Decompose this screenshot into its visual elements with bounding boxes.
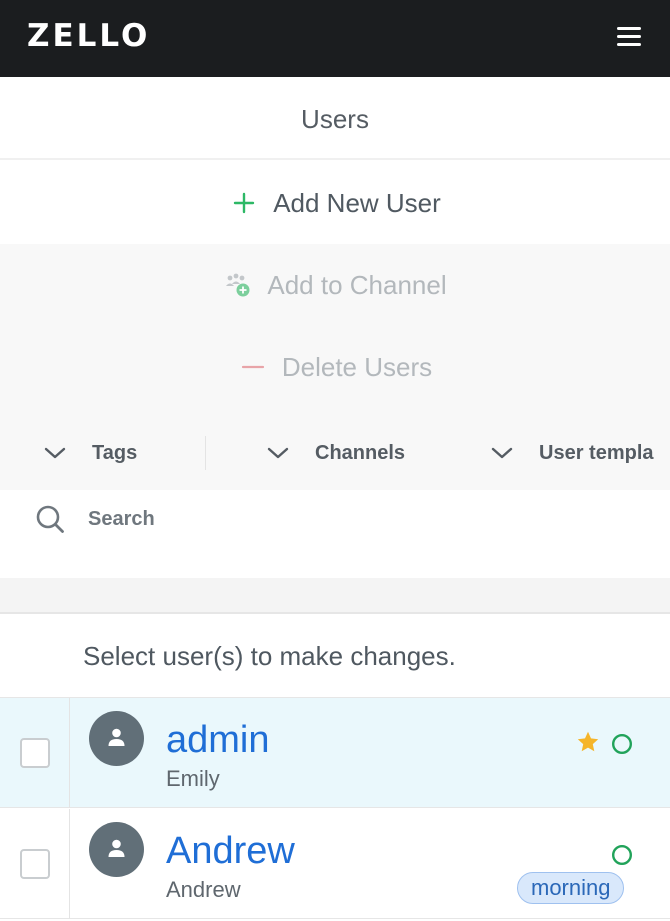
delete-users-button[interactable]: Delete Users [0,326,670,408]
user-templates-filter[interactable]: User templa [491,436,654,470]
add-new-user-button[interactable]: Add New User [0,162,670,244]
username[interactable]: admin [166,718,270,762]
avatar [89,822,144,877]
star-icon[interactable] [576,730,600,754]
user-templates-filter-label: User templa [539,441,654,464]
search-icon [36,505,64,533]
zello-logo[interactable]: ZELLO [27,20,150,52]
hamburger-menu-icon[interactable] [612,22,646,52]
page-title: Users [301,104,369,134]
selection-hint-text: Select user(s) to make changes. [83,641,456,671]
user-tag-badge[interactable]: morning [517,872,625,904]
page-header: Users [0,77,670,160]
search-bar [0,490,670,578]
channels-filter-label: Channels [315,441,406,464]
top-bar: ZELLO [0,0,670,77]
user-display-name: Emily [166,766,220,791]
search-input[interactable] [88,502,588,536]
plus-icon [229,188,259,218]
user-select-checkbox[interactable] [20,849,50,879]
online-status-icon [611,733,633,755]
user-select-checkbox[interactable] [20,738,50,768]
row-divider [69,698,70,808]
row-divider [69,809,70,919]
delete-users-label: Delete Users [281,351,433,382]
filter-bar: Tags Channels User templa [0,408,670,496]
user-icon [108,728,125,746]
tags-filter-label: Tags [92,441,138,464]
add-new-user-label: Add New User [273,187,441,218]
tags-filter[interactable]: Tags [44,436,194,470]
section-divider [0,578,670,614]
online-status-icon [611,844,633,866]
user-row[interactable]: admin Emily [0,698,670,808]
chevron-down-icon [267,447,289,459]
selection-hint: Select user(s) to make changes. [0,616,670,698]
avatar [89,711,144,766]
user-display-name: Andrew [166,877,241,902]
filter-divider [205,436,206,470]
chevron-down-icon [44,447,66,459]
user-row[interactable]: Andrew Andrew morning [0,809,670,919]
channels-filter[interactable]: Channels [267,436,447,470]
username[interactable]: Andrew [166,829,295,873]
add-to-channel-button[interactable]: Add to Channel [0,244,670,326]
add-to-channel-label: Add to Channel [267,269,447,300]
minus-icon [238,352,268,382]
user-icon [108,839,125,857]
chevron-down-icon [491,447,513,459]
group-add-icon [223,270,253,300]
